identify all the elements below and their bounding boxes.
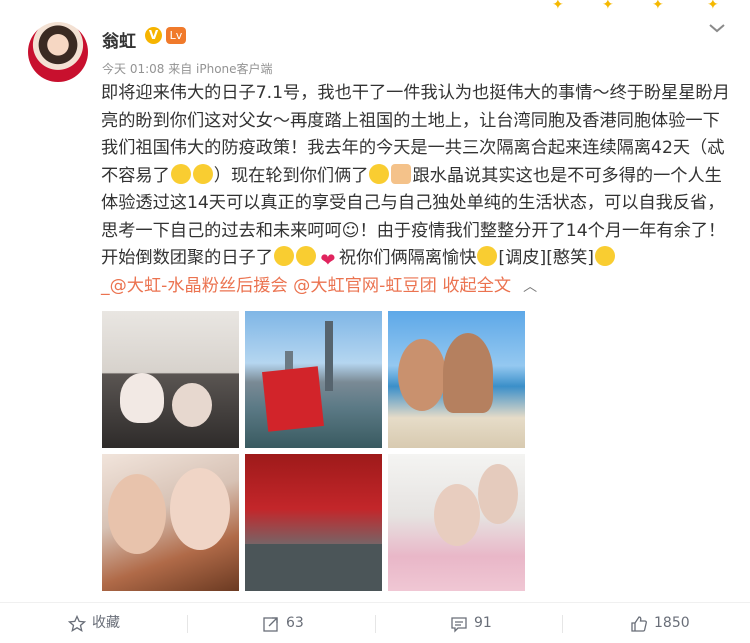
- photo-thumbnail[interactable]: [388, 311, 525, 448]
- tears-emoji-icon: [273, 246, 294, 266]
- thinking-emoji-icon: [477, 246, 498, 266]
- verified-badge-icon: V: [145, 27, 162, 44]
- laugh-cry-emoji-icon: [369, 163, 390, 184]
- level-badge-icon: Lv: [166, 27, 186, 44]
- toolbar-divider: [375, 615, 376, 633]
- mention-link[interactable]: _@大虹-水晶粉丝后援会: [101, 276, 288, 296]
- strong-arm-emoji-icon: [391, 163, 412, 184]
- photo-thumbnail[interactable]: [245, 311, 382, 448]
- photo-thumbnail[interactable]: [102, 454, 239, 591]
- collapse-link[interactable]: 收起全文: [442, 276, 511, 296]
- author-name[interactable]: 翁虹: [102, 27, 136, 52]
- repost-icon: [263, 617, 278, 632]
- post-text-part: ）现在轮到你们俩了: [213, 165, 369, 186]
- thinking-emoji-icon: [594, 246, 615, 266]
- smile-emoji-icon: [295, 246, 316, 266]
- mention-link[interactable]: @大虹官网-虹豆团: [293, 276, 437, 296]
- star-icon: [68, 615, 86, 632]
- comment-icon: [451, 617, 467, 633]
- post-text: 即将迎来伟大的日子7.1号，我也干了一件我认为也挺伟大的事情～终于盼星星盼月亮的…: [101, 80, 734, 301]
- photo-thumbnail[interactable]: [102, 311, 239, 448]
- heart-icon: ❤: [320, 250, 336, 271]
- weibo-post-card: ✦ ✦ ✦ ✦ 翁虹 V Lv 今天 01:08 来自 iPhone客户端 即将…: [0, 0, 750, 643]
- favorite-label: 收藏: [92, 615, 120, 631]
- toolbar-divider: [562, 615, 563, 633]
- star-icon: ✦: [707, 0, 719, 13]
- decorative-stars: ✦ ✦ ✦ ✦: [542, 0, 742, 14]
- avatar[interactable]: [28, 22, 88, 82]
- star-icon: ✦: [602, 0, 614, 13]
- comment-count: 91: [474, 615, 492, 631]
- star-icon: ✦: [652, 0, 664, 13]
- photo-thumbnail[interactable]: [388, 454, 525, 591]
- photo-grid: [102, 311, 525, 591]
- star-icon: ✦: [552, 0, 564, 13]
- photo-thumbnail[interactable]: [245, 454, 382, 591]
- laugh-cry-emoji-icon: [170, 163, 191, 184]
- emoji-tags: [调皮][憨笑]: [498, 248, 594, 268]
- toolbar-divider: [187, 615, 188, 633]
- like-count: 1850: [654, 615, 690, 631]
- chevron-up-icon[interactable]: ︿: [523, 274, 537, 302]
- post-action-bar: 收藏 63 91 1850: [0, 602, 750, 643]
- post-text-part: 祝你们俩隔离愉快: [338, 248, 477, 268]
- laugh-cry-emoji-icon: [192, 163, 213, 184]
- thumbs-up-icon: [631, 616, 647, 632]
- post-meta: 今天 01:08 来自 iPhone客户端: [102, 62, 273, 76]
- chevron-down-icon[interactable]: [706, 20, 728, 36]
- repost-count: 63: [286, 615, 304, 631]
